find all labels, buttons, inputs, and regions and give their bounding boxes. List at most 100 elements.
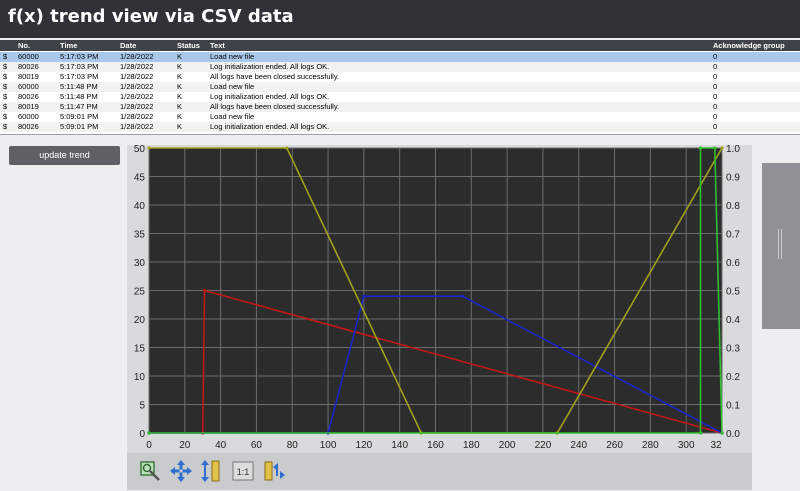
y-right-tick-label: 0.1 xyxy=(726,401,740,412)
x-tick-label: 120 xyxy=(356,440,373,451)
cell-ack: 0 xyxy=(713,102,718,111)
x-tick-label: 140 xyxy=(391,440,408,451)
data-point xyxy=(713,146,717,150)
cell-status: K xyxy=(177,52,183,61)
data-point xyxy=(698,431,703,435)
data-point xyxy=(720,431,724,435)
x-tick-label: 80 xyxy=(287,440,299,451)
cell-status: K xyxy=(177,102,183,111)
pan-icon[interactable] xyxy=(169,459,193,483)
cell-icon: $ xyxy=(3,92,8,101)
column-header-no[interactable]: No. xyxy=(18,40,30,51)
cell-date: 1/28/2022 xyxy=(120,122,154,131)
y-left-tick-label: 10 xyxy=(134,372,146,383)
table-row[interactable]: $80019 5:11:47 PM 1/28/2022 K All logs have … xyxy=(0,102,800,112)
cell-no: 80026 xyxy=(18,122,39,131)
cell-icon: $ xyxy=(3,72,8,81)
side-panel-handle[interactable] xyxy=(762,163,800,329)
y-right-tick-label: 0.3 xyxy=(726,344,740,355)
y-left-tick-label: 40 xyxy=(134,201,146,212)
column-header-status[interactable]: Status xyxy=(177,40,200,51)
cell-date: 1/28/2022 xyxy=(120,102,154,111)
cell-date: 1/28/2022 xyxy=(120,62,154,71)
cell-time: 5:17:03 PM xyxy=(60,52,99,61)
data-point xyxy=(147,146,151,150)
reset-zoom-icon[interactable]: 1:1 xyxy=(231,459,255,483)
y-right-tick-label: 0.9 xyxy=(726,173,740,184)
data-point xyxy=(460,294,464,298)
cell-date: 1/28/2022 xyxy=(120,112,154,121)
cell-ack: 0 xyxy=(713,92,718,101)
table-row[interactable]: $80026 5:17:03 PM 1/28/2022 K Log initializa… xyxy=(0,62,800,72)
cell-no: 80019 xyxy=(18,102,39,111)
chart-toolbar: 1:1 xyxy=(127,453,752,490)
y-right-tick-label: 1.0 xyxy=(726,145,740,155)
x-tick-label: 280 xyxy=(642,440,659,451)
table-row[interactable]: $80026 5:11:48 PM 1/28/2022 K Log initializa… xyxy=(0,92,800,102)
data-point xyxy=(698,146,703,150)
cell-icon: $ xyxy=(3,82,8,91)
x-tick-label: 200 xyxy=(499,440,516,451)
x-tick-label: 160 xyxy=(427,440,444,451)
cell-ack: 0 xyxy=(713,122,718,131)
cell-time: 5:11:47 PM xyxy=(60,102,98,111)
cell-status: K xyxy=(177,112,183,121)
x-tick-label: 300 xyxy=(678,440,695,451)
y-left-tick-label: 50 xyxy=(134,145,146,155)
zoom-x-icon[interactable] xyxy=(263,459,287,483)
table-row[interactable]: $60000 5:09:01 PM 1/28/2022 K Load new file 0 xyxy=(0,112,800,122)
column-header-time[interactable]: Time xyxy=(60,40,77,51)
cell-time: 5:17:03 PM xyxy=(60,62,99,71)
table-row[interactable]: $80019 5:17:03 PM 1/28/2022 K All logs have … xyxy=(0,72,800,82)
y-left-tick-label: 0 xyxy=(139,429,145,440)
cell-ack: 0 xyxy=(713,62,718,71)
x-tick-label: 220 xyxy=(535,440,552,451)
cell-status: K xyxy=(177,122,183,131)
cell-no: 60000 xyxy=(18,82,39,91)
data-point xyxy=(362,294,366,298)
table-row[interactable]: $60000 5:11:48 PM 1/28/2022 K Load new file 0 xyxy=(0,82,800,92)
y-right-tick-label: 0.0 xyxy=(726,429,740,440)
cell-icon: $ xyxy=(3,102,8,111)
cell-date: 1/28/2022 xyxy=(120,92,154,101)
cell-ack: 0 xyxy=(713,112,718,121)
y-right-tick-label: 0.5 xyxy=(726,287,740,298)
column-header-acknowledge-group[interactable]: Acknowledge group xyxy=(713,40,785,51)
table-row[interactable]: $60000 5:17:03 PM 1/28/2022 K Load new file 0 xyxy=(0,52,800,62)
x-tick-label: 40 xyxy=(215,440,227,451)
trend-chart-plot: 0 20 40 60 80 100 120 140 160 180 200 220 240 260 280 3… xyxy=(134,145,740,451)
cell-no: 60000 xyxy=(18,52,39,61)
y-left-tick-label: 15 xyxy=(134,344,146,355)
cell-no: 80026 xyxy=(18,92,39,101)
cell-date: 1/28/2022 xyxy=(120,82,154,91)
y-right-tick-label: 0.2 xyxy=(726,372,740,383)
y-left-tick-label: 35 xyxy=(134,230,146,241)
table-row[interactable]: $80026 5:09:01 PM 1/28/2022 K Log initializa… xyxy=(0,122,800,132)
cell-no: 60000 xyxy=(18,112,39,121)
column-header-date[interactable]: Date xyxy=(120,40,136,51)
y-left-tick-label: 20 xyxy=(134,315,146,326)
grip-icon xyxy=(778,229,782,259)
cell-time: 5:17:03 PM xyxy=(60,72,99,81)
column-header-text[interactable]: Text xyxy=(210,40,225,51)
trend-chart[interactable]: 0 20 40 60 80 100 120 140 160 180 200 220 240 260 280 3… xyxy=(127,145,752,490)
cell-text: Load new file xyxy=(210,52,255,61)
x-tick-label: 240 xyxy=(570,440,587,451)
cell-ack: 0 xyxy=(713,52,718,61)
cell-ack: 0 xyxy=(713,82,718,91)
zoom-area-icon[interactable] xyxy=(139,459,163,483)
table-header: No. Time Date Status Text Acknowledge gr… xyxy=(0,40,800,51)
update-trend-button[interactable]: update trend xyxy=(9,146,120,165)
zoom-y-icon[interactable] xyxy=(199,459,223,483)
x-tick-label: 20 xyxy=(179,440,191,451)
cell-status: K xyxy=(177,62,183,71)
y-left-tick-label: 45 xyxy=(134,173,146,184)
x-tick-label: 100 xyxy=(320,440,337,451)
cell-status: K xyxy=(177,92,183,101)
cell-text: All logs have been closed successfully. xyxy=(210,72,340,81)
reset-zoom-label: 1:1 xyxy=(237,467,250,477)
y-left-tick-label: 25 xyxy=(134,287,146,298)
x-tick-label: 32 xyxy=(710,440,722,451)
alarm-log-table[interactable]: No. Time Date Status Text Acknowledge gr… xyxy=(0,40,800,135)
cell-no: 80026 xyxy=(18,62,39,71)
